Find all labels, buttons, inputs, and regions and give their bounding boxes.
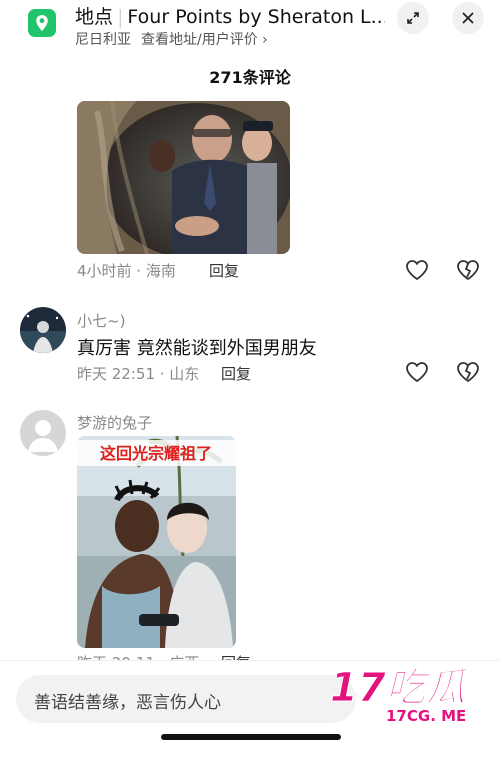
view-address-link[interactable]: 查看地址/用户评价 › [141, 32, 268, 48]
close-icon [462, 12, 474, 24]
comment-meta: 昨天 22:51 · 山东 [77, 365, 200, 383]
close-button[interactable] [452, 2, 484, 34]
reply-button[interactable]: 回复 [209, 260, 239, 281]
comment-input-placeholder: 善语结善缘，恶言伤人心 [34, 693, 221, 713]
location-pin-icon [28, 9, 56, 37]
like-heart-icon[interactable] [404, 360, 430, 384]
dislike-heart-icon[interactable] [455, 360, 481, 384]
place-subtitle: 尼日利亚 查看地址/用户评价 › [75, 29, 268, 49]
country-label: 尼日利亚 [75, 32, 131, 48]
place-title[interactable]: 地点 | Four Points by Sheraton L... [75, 2, 385, 29]
reply-button[interactable]: 回复 [221, 363, 251, 384]
expand-button[interactable] [397, 2, 429, 34]
comment-text: 真厉害 竟然能谈到外国男朋友 [77, 338, 317, 359]
comment-image[interactable] [77, 101, 290, 254]
watermark-small-text: 17CG. ME [386, 707, 466, 725]
comment-meta: 4小时前 · 海南 [77, 262, 176, 280]
comment-input[interactable]: 善语结善缘，恶言伤人心 [16, 675, 356, 723]
avatar[interactable] [20, 307, 66, 353]
watermark-logo: 17吃瓜 17CG. ME [330, 665, 471, 726]
image-caption: 这回光宗耀祖了 [100, 444, 212, 463]
comment-image[interactable]: 这回光宗耀祖了 [77, 436, 236, 648]
comments-count: 271条评论 [209, 68, 291, 87]
location-prefix: 地点 [75, 6, 114, 28]
home-indicator[interactable] [161, 734, 341, 740]
place-name: Four Points by Sheraton L... [127, 6, 385, 28]
username[interactable]: 梦游的兔子 [77, 412, 152, 433]
like-heart-icon[interactable] [404, 258, 430, 282]
watermark-big-text: 17吃瓜 [330, 665, 470, 711]
header-bar: 地点 | Four Points by Sheraton L... 尼日利亚 查看地址… [0, 0, 500, 56]
dislike-heart-icon[interactable] [455, 258, 481, 282]
expand-icon [407, 12, 419, 24]
default-avatar-icon[interactable] [20, 410, 66, 456]
username[interactable]: 小七~) [77, 310, 125, 331]
